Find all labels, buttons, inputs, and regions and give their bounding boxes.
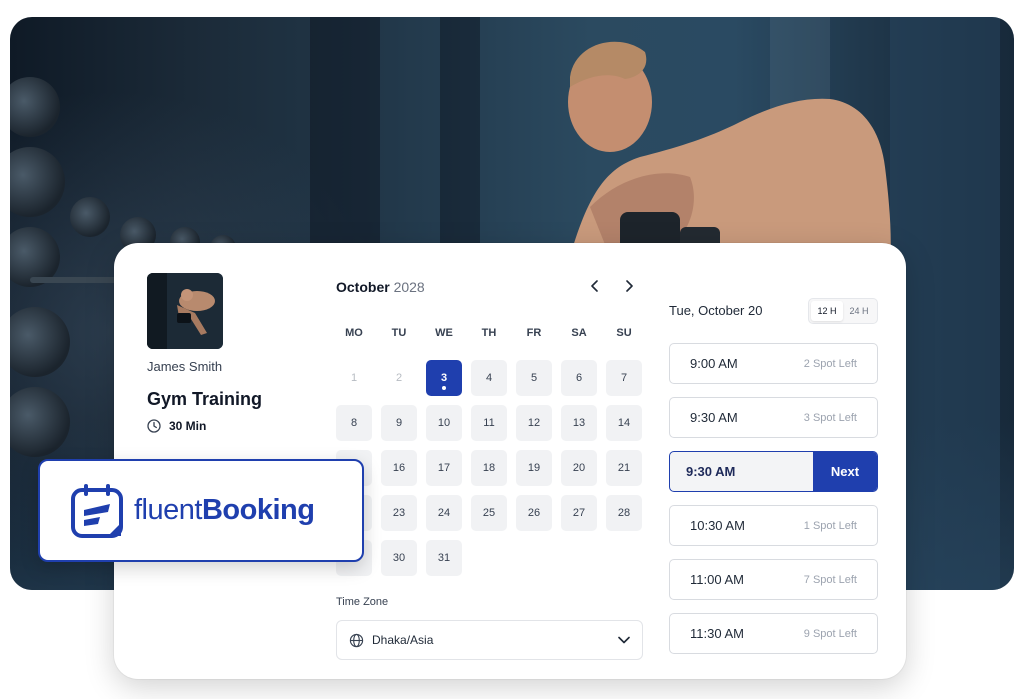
weekday-label: SU (616, 327, 632, 339)
chevron-left-icon (591, 280, 598, 292)
slot-spots: 2 Spot Left (803, 357, 857, 370)
brand-text-light: fluent (134, 494, 202, 526)
timezone-value: Dhaka/Asia (372, 633, 434, 647)
calendar-day[interactable]: 23 (381, 495, 417, 531)
selected-date: Tue, October 20 (669, 303, 763, 318)
calendar-day[interactable]: 26 (516, 495, 552, 531)
event-duration: 30 Min (147, 419, 206, 433)
slot-spots: 7 Spot Left (803, 573, 857, 586)
calendar-day[interactable]: 13 (561, 405, 597, 441)
event-title: Gym Training (147, 389, 263, 409)
weekday-label: TH (481, 327, 497, 339)
calendar-day[interactable]: 4 (471, 360, 507, 396)
calendar-day[interactable]: 5 (516, 360, 552, 396)
time-slot-selected[interactable]: 9:30 AM Next (669, 451, 878, 492)
host-avatar (147, 273, 223, 349)
calendar-day[interactable]: 12 (516, 405, 552, 441)
slot-time: 9:30 AM (686, 464, 736, 479)
prev-month-button[interactable] (585, 276, 605, 296)
time-slot[interactable]: 9:30 AM 3 Spot Left (669, 397, 878, 438)
calendar-day[interactable]: 18 (471, 450, 507, 486)
time-slot[interactable]: 11:00 AM 7 Spot Left (669, 559, 878, 600)
calendar-day[interactable]: 21 (606, 450, 642, 486)
clock-icon (147, 419, 161, 433)
calendar-year: 2028 (393, 279, 425, 295)
format-24h-option[interactable]: 24 H (843, 301, 875, 321)
timezone-select[interactable]: Dhaka/Asia (336, 620, 643, 660)
brand-text-bold: Booking (201, 494, 315, 526)
host-name: James Smith (147, 359, 223, 374)
next-month-button[interactable] (619, 276, 639, 296)
calendar-day: 2 (395, 372, 403, 384)
weekday-label: TU (391, 327, 407, 339)
next-button[interactable]: Next (813, 452, 877, 491)
calendar-day[interactable]: 10 (426, 405, 462, 441)
calendar-logo-icon (71, 483, 123, 538)
slot-spots: 1 Spot Left (803, 519, 857, 532)
calendar-day[interactable]: 25 (471, 495, 507, 531)
calendar-day[interactable]: 9 (381, 405, 417, 441)
calendar-month-title: October 2028 (336, 279, 425, 295)
slot-time: 11:30 AM (690, 626, 744, 641)
time-format-toggle: 12 H 24 H (808, 298, 878, 324)
brand-wordmark: fluentBooking (134, 494, 315, 527)
calendar-day[interactable]: 16 (381, 450, 417, 486)
calendar-day[interactable]: 27 (561, 495, 597, 531)
time-slot-list: 9:00 AM 2 Spot Left 9:30 AM 3 Spot Left … (669, 343, 878, 667)
time-slot[interactable]: 9:00 AM 2 Spot Left (669, 343, 878, 384)
calendar-day[interactable]: 6 (561, 360, 597, 396)
weekday-label: FR (526, 327, 542, 339)
weekday-label: WE (435, 327, 453, 339)
calendar-days-grid: 1234567891011121314151617181920212223242… (336, 360, 642, 576)
calendar-day-selected[interactable]: 3 (426, 360, 462, 396)
calendar-month: October (336, 279, 390, 295)
calendar-day[interactable]: 8 (336, 405, 372, 441)
calendar-day[interactable]: 28 (606, 495, 642, 531)
slot-time: 11:00 AM (690, 572, 744, 587)
calendar-day[interactable]: 19 (516, 450, 552, 486)
calendar-day[interactable]: 24 (426, 495, 462, 531)
format-12h-option[interactable]: 12 H (811, 301, 843, 321)
weekday-header: MO TU WE TH FR SA SU (336, 327, 642, 339)
slot-time: 9:30 AM (690, 410, 738, 425)
calendar-day[interactable]: 31 (426, 540, 462, 576)
calendar-day[interactable]: 11 (471, 405, 507, 441)
fluentbooking-logo-badge: fluentBooking (38, 459, 364, 562)
chevron-down-icon (618, 636, 630, 644)
duration-label: 30 Min (169, 419, 207, 433)
calendar-day[interactable]: 20 (561, 450, 597, 486)
athlete-figure (568, 41, 891, 267)
chevron-right-icon (626, 280, 633, 292)
slot-spots: 3 Spot Left (803, 411, 857, 424)
timezone-label: Time Zone (336, 596, 389, 608)
slot-spots: 9 Spot Left (803, 627, 857, 640)
calendar-day[interactable]: 14 (606, 405, 642, 441)
calendar-day[interactable]: 17 (426, 450, 462, 486)
weekday-label: MO (345, 327, 363, 339)
time-slot[interactable]: 10:30 AM 1 Spot Left (669, 505, 878, 546)
globe-icon (349, 633, 364, 647)
weekday-label: SA (571, 327, 587, 339)
calendar-day[interactable]: 30 (381, 540, 417, 576)
calendar-day[interactable]: 7 (606, 360, 642, 396)
time-slot[interactable]: 11:30 AM 9 Spot Left (669, 613, 878, 654)
slot-time: 10:30 AM (690, 518, 745, 533)
slot-time: 9:00 AM (690, 356, 738, 371)
calendar-day: 1 (350, 372, 358, 384)
